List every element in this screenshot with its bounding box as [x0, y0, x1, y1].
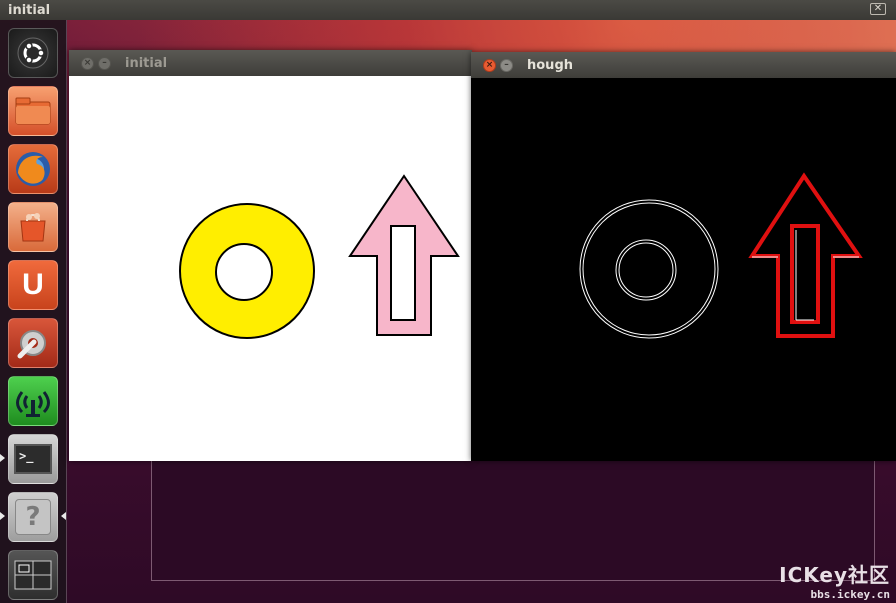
- terminal-icon[interactable]: >_: [8, 434, 58, 484]
- window-title: initial: [125, 55, 168, 71]
- firefox-icon[interactable]: [8, 144, 58, 194]
- background-window[interactable]: [151, 455, 875, 581]
- watermark: ICKey社区 bbs.ickey.cn: [779, 559, 890, 601]
- top-panel: initial ✕: [0, 0, 896, 20]
- initial-window[interactable]: × – initial: [69, 50, 472, 461]
- running-indicator: [0, 512, 5, 520]
- window-minimize-button[interactable]: –: [98, 56, 111, 70]
- dash-home-icon[interactable]: [8, 28, 58, 78]
- files-folder-icon[interactable]: [8, 86, 58, 136]
- window-close-button[interactable]: ×: [81, 56, 94, 70]
- ubuntu-one-icon[interactable]: U: [8, 260, 58, 310]
- system-settings-icon[interactable]: [8, 318, 58, 368]
- workspace-switcher-icon[interactable]: [8, 550, 58, 600]
- inner-circle-edge: [615, 239, 677, 301]
- software-center-icon[interactable]: [8, 202, 58, 252]
- launcher: U >_ ?: [0, 20, 67, 603]
- close-icon[interactable]: ✕: [870, 3, 886, 15]
- titlebar[interactable]: × – initial: [69, 50, 472, 76]
- arrow-outline-red: [748, 172, 863, 338]
- inner-circle-edge-inner: [618, 242, 674, 298]
- outer-circle-edge: [579, 199, 719, 339]
- titlebar[interactable]: × – hough: [471, 52, 896, 78]
- hough-window[interactable]: × – hough: [471, 52, 896, 461]
- window-close-button[interactable]: ×: [483, 58, 496, 72]
- ring-hole: [215, 243, 273, 301]
- initial-image-canvas: [69, 76, 472, 461]
- running-indicator: [0, 454, 5, 462]
- active-indicator: [61, 512, 66, 520]
- arrow-inner-slot: [390, 225, 416, 321]
- network-icon[interactable]: [8, 376, 58, 426]
- outer-circle-edge-inner: [582, 202, 716, 336]
- hough-result-canvas: [471, 78, 896, 461]
- watermark-line1: ICKey社区: [779, 563, 890, 587]
- window-title: hough: [527, 57, 574, 73]
- window-minimize-button[interactable]: –: [500, 58, 513, 72]
- active-window-title: initial: [8, 2, 51, 18]
- watermark-line2: bbs.ickey.cn: [810, 588, 890, 601]
- help-icon[interactable]: ?: [8, 492, 58, 542]
